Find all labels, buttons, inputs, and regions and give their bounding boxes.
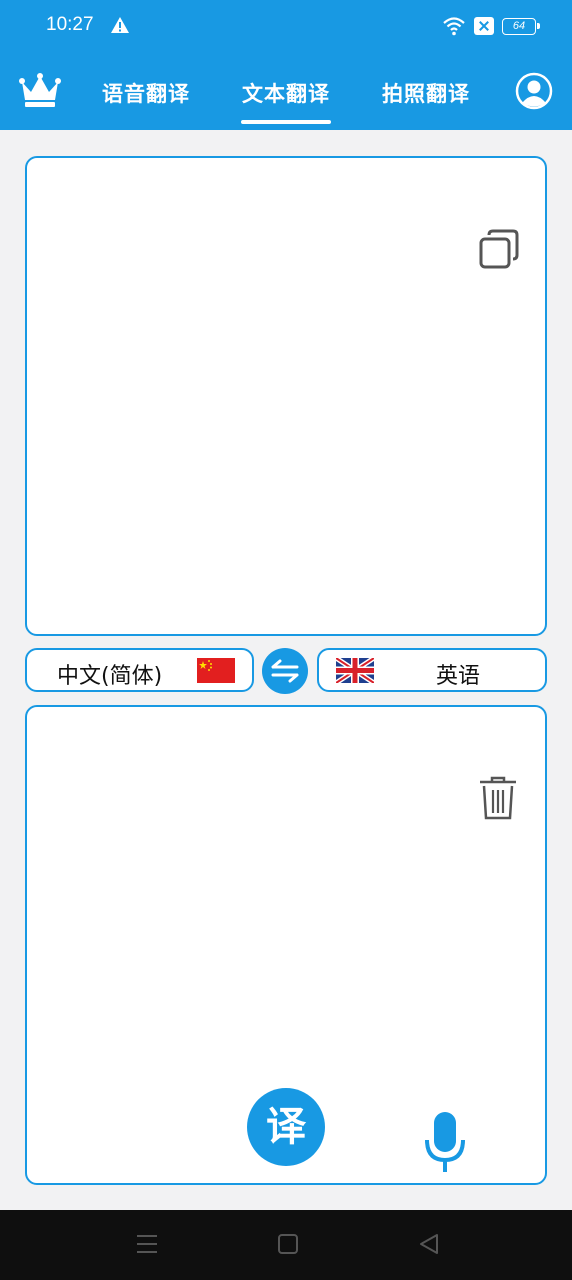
swap-arrows-icon	[271, 659, 299, 683]
tab-bar: 语音翻译 文本翻译 拍照翻译	[0, 70, 572, 130]
source-language-button[interactable]: 中文(简体)	[25, 648, 254, 692]
status-time: 10:27	[46, 14, 94, 35]
menu-icon[interactable]	[136, 1233, 158, 1255]
tab-text-translate[interactable]: 文本翻译	[242, 78, 330, 108]
active-tab-indicator	[241, 120, 331, 124]
tab-photo-translate[interactable]: 拍照翻译	[382, 78, 470, 108]
uk-flag-icon	[336, 658, 374, 683]
user-avatar-icon[interactable]	[515, 72, 553, 110]
status-icons: 64	[442, 14, 540, 38]
source-text-panel[interactable]	[25, 156, 547, 636]
target-language-label: 英语	[436, 664, 481, 689]
tab-voice-translate[interactable]: 语音翻译	[102, 78, 190, 108]
system-nav-bar	[0, 1210, 572, 1280]
back-icon[interactable]	[418, 1233, 440, 1255]
copy-icon[interactable]	[478, 228, 520, 270]
translate-button[interactable]: 译	[247, 1088, 325, 1166]
wifi-icon	[443, 17, 465, 36]
warning-icon	[111, 17, 129, 33]
target-language-button[interactable]: 英语	[317, 648, 547, 692]
home-icon[interactable]	[278, 1234, 298, 1254]
no-sim-icon	[474, 17, 494, 35]
china-flag-icon	[197, 658, 235, 683]
microphone-icon[interactable]	[422, 1110, 468, 1174]
app-header: 10:27 64 语音翻译 文本翻译 拍照翻译	[0, 0, 572, 130]
trash-icon[interactable]	[479, 776, 517, 820]
battery-icon: 64	[502, 17, 540, 35]
swap-languages-button[interactable]	[262, 648, 308, 694]
source-language-label: 中文(简体)	[57, 664, 163, 689]
